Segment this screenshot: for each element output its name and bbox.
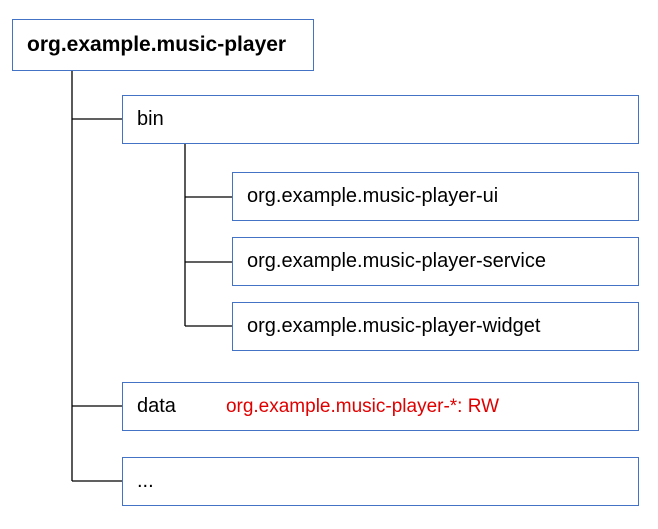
tree-node-data-rule: org.example.music-player-*: RW [226, 396, 499, 418]
tree-root-label: org.example.music-player [27, 33, 286, 57]
tree-node-bin: bin [122, 95, 639, 144]
tree-leaf: org.example.music-player-service [232, 237, 639, 286]
tree-node-bin-label: bin [137, 108, 164, 131]
tree-leaf: org.example.music-player-ui [232, 172, 639, 221]
tree-leaf-label: org.example.music-player-ui [247, 185, 498, 208]
tree-leaf-label: org.example.music-player-service [247, 250, 546, 273]
tree-node-data: data org.example.music-player-*: RW [122, 382, 639, 431]
tree-node-data-label: data [137, 395, 176, 418]
tree-node-more: ... [122, 457, 639, 506]
tree-root: org.example.music-player [12, 19, 314, 71]
tree-leaf-label: org.example.music-player-widget [247, 315, 540, 338]
tree-leaf: org.example.music-player-widget [232, 302, 639, 351]
tree-node-more-label: ... [137, 470, 154, 493]
